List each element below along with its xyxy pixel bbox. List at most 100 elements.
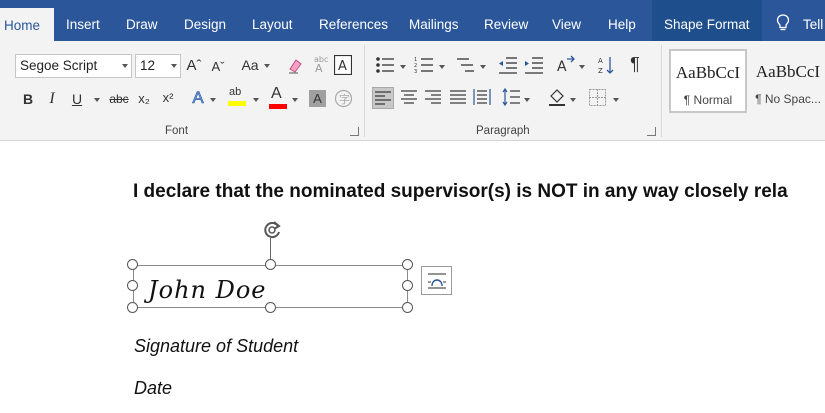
date-label: Date [134,378,173,398]
tab-insert[interactable]: Insert [66,0,100,41]
highlight-color-button[interactable]: ab [226,86,248,110]
resize-handle-top[interactable] [265,259,276,270]
resize-handle-top-left[interactable] [127,259,138,270]
align-left-icon [375,91,391,105]
resize-handle-left[interactable] [127,280,138,291]
chevron-down-icon[interactable] [171,64,177,68]
highlight-swatch [228,101,246,106]
tab-design[interactable]: Design [184,0,226,41]
underline-button[interactable]: U [69,88,85,110]
tab-help[interactable]: Help [608,0,636,41]
svg-text:A: A [338,59,347,74]
chevron-down-icon[interactable] [480,65,486,69]
sort-icon[interactable]: A Z [598,55,616,75]
chevron-down-icon[interactable] [264,64,270,68]
distributed-icon[interactable] [473,89,491,105]
tab-review[interactable]: Review [484,0,528,41]
subscript-button[interactable]: x₂ [136,88,152,110]
increase-indent-icon[interactable] [524,56,544,74]
resize-handle-bottom-right[interactable] [402,302,413,313]
font-color-sample: A [271,85,282,102]
layout-options-button[interactable] [421,266,452,295]
signature-text[interactable]: John Doe [148,276,267,304]
style-normal-sample: AaBbCcI [675,63,741,82]
align-left-button[interactable] [372,87,394,109]
highlight-sample-text: ab [229,86,242,98]
chevron-down-icon[interactable] [613,98,619,102]
tab-tell-me[interactable]: Tell [803,0,823,41]
character-border-icon[interactable]: A [334,55,352,75]
svg-text:3: 3 [414,69,417,74]
phonetic-guide-icon[interactable]: abc A [312,54,328,74]
resize-handle-bottom-left[interactable] [127,302,138,313]
group-separator [661,45,662,137]
chevron-down-icon[interactable] [439,65,445,69]
chevron-down-icon[interactable] [122,64,128,68]
chevron-down-icon[interactable] [253,98,259,102]
style-no-spacing[interactable]: AaBbCcI ¶ No Spac... [748,49,825,113]
font-dialog-launcher[interactable] [350,127,359,136]
chevron-down-icon[interactable] [94,98,100,102]
tab-layout[interactable]: Layout [252,0,293,41]
line-spacing-icon[interactable] [502,88,520,106]
tab-mailings[interactable]: Mailings [409,0,459,41]
font-name-combo[interactable]: Segoe Script [15,54,132,78]
chevron-down-icon[interactable] [570,98,576,102]
lightbulb-icon[interactable] [776,14,790,32]
resize-handle-top-right[interactable] [402,259,413,270]
style-no-spacing-name: ¶ No Spac... [755,92,821,106]
character-shading-button[interactable]: A [309,90,326,107]
group-separator [364,45,365,137]
tab-home[interactable]: Home [0,8,55,41]
bold-button[interactable]: B [20,88,36,110]
shrink-font-button[interactable]: Aˇ [210,56,226,78]
resize-handle-right[interactable] [402,280,413,291]
rotate-handle-icon[interactable] [260,218,284,242]
chevron-down-icon[interactable] [292,98,298,102]
paragraph-group-label: Paragraph [476,125,530,137]
svg-text:Z: Z [598,67,603,75]
chevron-down-icon[interactable] [400,65,406,69]
align-center-icon[interactable] [401,90,417,104]
italic-button[interactable]: I [44,88,60,110]
style-normal[interactable]: AaBbCcI ¶ Normal [669,49,747,113]
tab-view[interactable]: View [552,0,581,41]
document-page[interactable]: I declare that the nominated supervisor(… [0,142,825,413]
font-color-button[interactable]: A [268,85,288,111]
bullets-icon[interactable] [375,56,395,74]
resize-handle-bottom[interactable] [265,302,276,313]
font-name-value: Segoe Script [20,58,98,73]
show-formatting-button[interactable]: ¶ [626,53,644,75]
justify-icon[interactable] [450,90,466,104]
tab-shape-format[interactable]: Shape Format [652,0,762,41]
borders-icon[interactable] [589,89,606,106]
svg-text:A: A [598,57,603,65]
multilevel-list-icon[interactable] [455,56,475,74]
tab-references[interactable]: References [319,0,388,41]
asian-layout-icon[interactable]: A [555,55,577,75]
strikethrough-button[interactable]: abc [107,88,131,110]
font-group-label: Font [165,125,189,137]
enclose-characters-icon[interactable]: 字 [334,89,353,108]
shading-bucket-icon[interactable] [547,87,567,107]
text-effects-button[interactable]: A [190,87,206,109]
font-color-swatch [269,104,287,109]
ribbon-tab-bar: Home Insert Draw Design Layout Reference… [0,0,825,41]
tab-draw[interactable]: Draw [126,0,158,41]
align-right-icon[interactable] [425,90,441,104]
chevron-down-icon[interactable] [579,65,585,69]
svg-text:字: 字 [339,92,350,106]
change-case-button[interactable]: Aa [238,54,262,76]
chevron-down-icon[interactable] [210,98,216,102]
decrease-indent-icon[interactable] [498,56,518,74]
font-size-combo[interactable]: 12 [135,54,181,78]
grow-font-button[interactable]: Aˆ [186,55,202,77]
chevron-down-icon[interactable] [524,98,530,102]
numbering-icon[interactable]: 1 2 3 [414,56,434,74]
signature-label: Signature of Student [134,336,299,356]
style-no-spacing-sample: AaBbCcI [755,62,821,81]
clear-formatting-icon[interactable] [286,57,304,75]
paragraph-dialog-launcher[interactable] [647,127,656,136]
svg-text:A: A [315,62,323,74]
superscript-button[interactable]: x² [160,87,176,109]
